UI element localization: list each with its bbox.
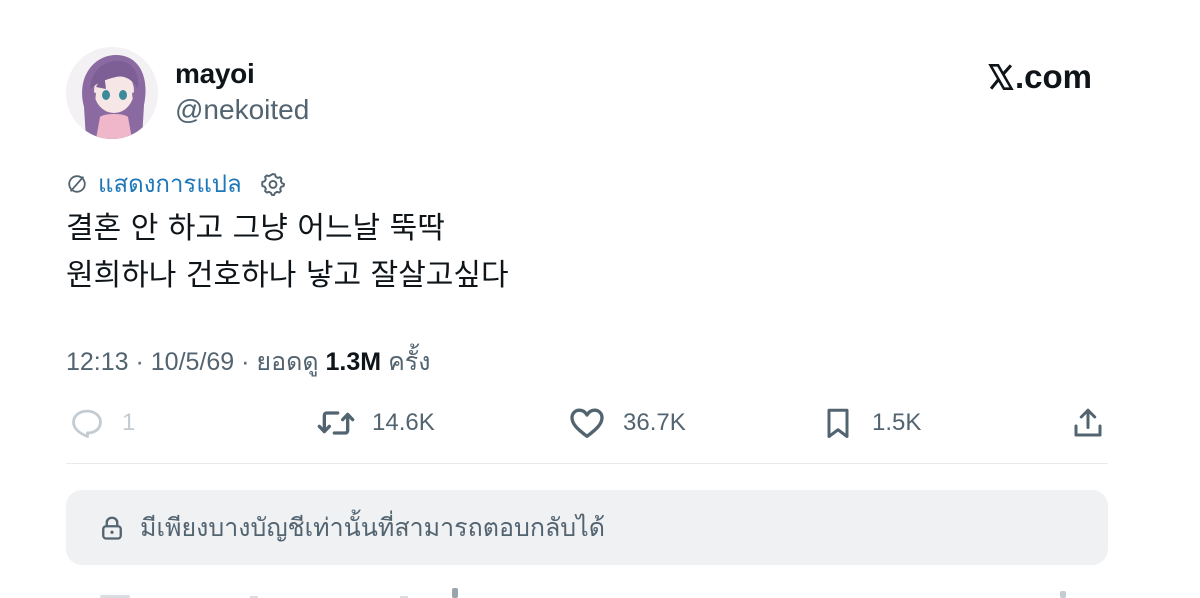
x-logo-icon — [988, 64, 1014, 90]
like-icon — [570, 408, 604, 438]
tweet-card: mayoi @nekoited .com แสดงการแปล 결혼 안 하고 … — [0, 0, 1200, 598]
reply-icon — [72, 409, 102, 438]
views-prefix: ยอดดู — [256, 348, 319, 376]
reply-count: 1 — [122, 409, 136, 436]
retweet-count: 14.6K — [372, 409, 435, 436]
reply-restriction-text: มีเพียงบางบัญชีเท่านั้นที่สามารถตอบกลับไ… — [140, 513, 605, 542]
tweet-date[interactable]: 10/5/69 — [151, 348, 234, 376]
like-button[interactable]: 36.7K — [567, 400, 686, 446]
x-logo[interactable]: .com — [987, 58, 1092, 96]
share-icon — [1074, 408, 1102, 437]
retweet-button[interactable]: 14.6K — [316, 400, 435, 446]
avatar-illustration — [66, 47, 158, 139]
tweet-line-2: 원희하나 건호하나 낳고 잘살고싶다 — [66, 258, 509, 293]
handle[interactable]: @nekoited — [175, 94, 309, 126]
divider — [66, 463, 1108, 464]
views-count: 1.3M — [325, 348, 382, 376]
tweet-time[interactable]: 12:13 — [66, 348, 129, 376]
avatar[interactable] — [66, 47, 158, 139]
translate-link[interactable]: แสดงการแปล — [98, 164, 242, 203]
meta-separator-1: · — [128, 348, 151, 376]
like-count: 36.7K — [623, 409, 686, 436]
reply-restriction-banner: มีเพียงบางบัญชีเท่านั้นที่สามารถตอบกลับไ… — [66, 490, 1108, 565]
lock-icon — [102, 516, 122, 540]
retweet-icon — [317, 411, 355, 435]
bookmark-button[interactable]: 1.5K — [820, 400, 921, 446]
settings-gear-icon[interactable] — [260, 171, 286, 197]
tweet-text: 결혼 안 하고 그냥 어느날 뚝딱 원희하나 건호하나 낳고 잘살고싶다 — [66, 205, 509, 299]
bookmark-icon — [827, 408, 849, 438]
meta-separator-2: · — [234, 348, 257, 376]
display-name[interactable]: mayoi — [175, 58, 255, 90]
tweet-line-1: 결혼 안 하고 그냥 어느날 뚝딱 — [66, 211, 445, 246]
views-suffix: ครั้ง — [388, 348, 431, 376]
translate-globe-icon — [68, 174, 86, 193]
tweet-meta: 12:13 · 10/5/69 · ยอดดู 1.3M ครั้ง — [66, 342, 430, 382]
translate-row: แสดงการแปล — [66, 164, 286, 203]
cutoff-row — [100, 588, 1066, 598]
reply-button[interactable]: 1 — [68, 400, 135, 446]
x-logo-text: .com — [1015, 58, 1093, 95]
bookmark-count: 1.5K — [872, 409, 922, 436]
share-button[interactable] — [1070, 400, 1122, 446]
